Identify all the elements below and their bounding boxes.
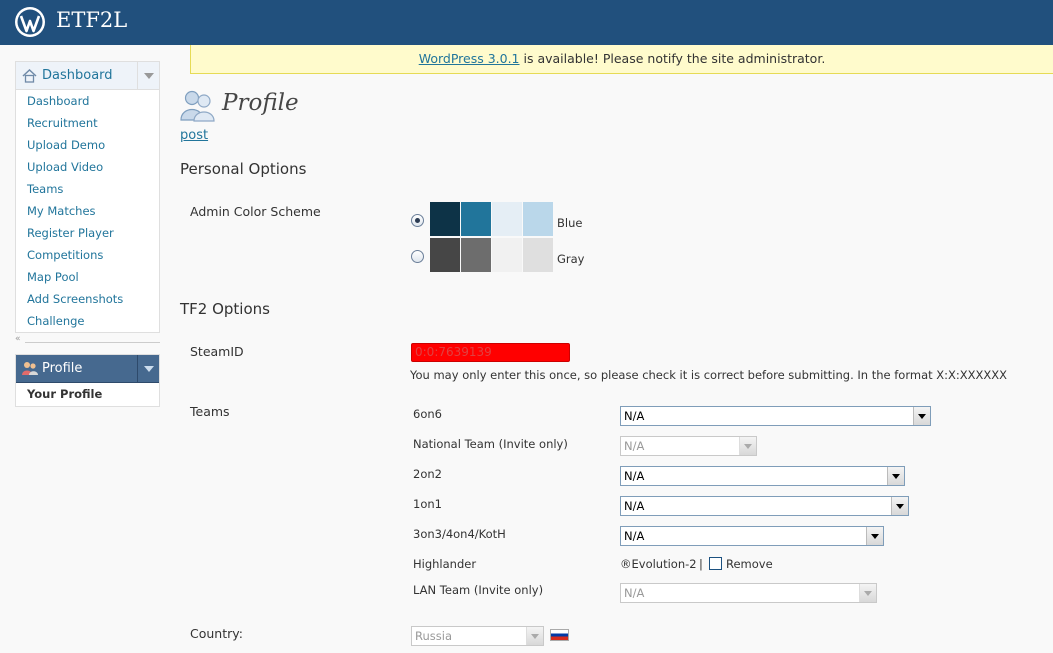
update-notice: WordPress 3.0.1 is available! Please not… <box>190 45 1053 74</box>
sidebar-item-my-matches[interactable]: My Matches <box>16 200 159 222</box>
update-link[interactable]: WordPress 3.0.1 <box>419 51 520 66</box>
dashboard-menu-label: Dashboard <box>42 68 113 83</box>
team-2on2-value: N/A <box>624 469 645 483</box>
blue-swatch-1 <box>430 202 460 236</box>
highlander-team-name[interactable]: ®Evolution-2 <box>620 557 697 571</box>
country-select: Russia <box>411 626 544 646</box>
dashboard-menu-header[interactable]: Dashboard <box>16 62 159 90</box>
sidebar-item-upload-demo[interactable]: Upload Demo <box>16 134 159 156</box>
sidebar-item-competitions[interactable]: Competitions <box>16 244 159 266</box>
team-1on1-value: N/A <box>624 499 645 513</box>
team-6on6-label: 6on6 <box>413 407 442 421</box>
blue-swatch-2 <box>461 202 491 236</box>
profile-users-icon <box>180 90 215 122</box>
team-national-select: N/A <box>620 436 757 456</box>
color-scheme-gray-radio[interactable] <box>411 250 424 263</box>
russia-flag-icon <box>550 629 569 641</box>
gray-swatch-4 <box>523 238 553 272</box>
chevron-down-icon <box>866 527 883 545</box>
admin-color-scheme-label: Admin Color Scheme <box>190 204 321 219</box>
admin-header: ETF2L <box>0 0 1053 45</box>
site-title[interactable]: ETF2L <box>56 8 127 32</box>
chevron-down-icon <box>526 627 543 645</box>
team-lan-value: N/A <box>624 586 645 600</box>
sidebar-item-register-player[interactable]: Register Player <box>16 222 159 244</box>
color-scheme-gray-label[interactable]: Gray <box>557 252 585 266</box>
chevron-down-icon <box>913 407 930 425</box>
sidebar-item-upload-video[interactable]: Upload Video <box>16 156 159 178</box>
users-icon <box>22 362 38 375</box>
team-6on6-select[interactable]: N/A <box>620 406 931 426</box>
chevron-down-icon <box>891 497 908 515</box>
menu-collapse-handle[interactable] <box>15 334 160 346</box>
sidebar-item-add-screenshots[interactable]: Add Screenshots <box>16 288 159 310</box>
remove-checkbox[interactable] <box>709 557 722 570</box>
remove-label[interactable]: Remove <box>726 557 773 571</box>
blue-swatch-3 <box>492 202 522 236</box>
team-national-label: National Team (Invite only) <box>413 437 568 451</box>
steamid-input[interactable]: 0:0:7639139 <box>411 343 570 362</box>
chevron-down-icon <box>859 584 876 602</box>
country-value: Russia <box>415 629 452 643</box>
sidebar-item-your-profile[interactable]: Your Profile <box>16 383 159 405</box>
team-3on3-select[interactable]: N/A <box>620 526 884 546</box>
profile-menu-toggle[interactable] <box>137 355 159 383</box>
sidebar-item-challenge[interactable]: Challenge <box>16 310 159 332</box>
tf2-options-heading: TF2 Options <box>180 300 270 318</box>
update-notice-text: is available! Please notify the site adm… <box>519 51 826 66</box>
steamid-hint: You may only enter this once, so please … <box>410 368 1008 382</box>
personal-options-heading: Personal Options <box>180 160 307 178</box>
team-3on3-label: 3on3/4on4/KotH <box>413 527 506 541</box>
profile-menu-header[interactable]: Profile <box>16 355 159 383</box>
team-lan-label: LAN Team (Invite only) <box>413 583 544 597</box>
team-2on2-select[interactable]: N/A <box>620 466 905 486</box>
gray-swatch-3 <box>492 238 522 272</box>
teams-label: Teams <box>190 404 230 419</box>
color-scheme-blue-radio[interactable] <box>411 214 424 227</box>
wordpress-logo-icon[interactable] <box>14 6 46 38</box>
color-scheme-blue-label[interactable]: Blue <box>557 216 582 230</box>
sidebar-item-dashboard[interactable]: Dashboard <box>16 90 159 112</box>
sidebar-item-teams[interactable]: Teams <box>16 178 159 200</box>
steamid-label: SteamID <box>190 344 244 359</box>
profile-menu: Profile Your Profile <box>15 354 160 407</box>
highlander-separator: | <box>699 557 703 571</box>
home-icon <box>22 69 37 83</box>
post-link[interactable]: post <box>180 128 208 143</box>
chevron-down-icon <box>887 467 904 485</box>
sidebar-item-recruitment[interactable]: Recruitment <box>16 112 159 134</box>
dashboard-menu: Dashboard Dashboard Recruitment Upload D… <box>15 61 160 333</box>
team-6on6-value: N/A <box>624 409 645 423</box>
page-title: Profile <box>222 90 299 116</box>
chevron-down-icon <box>739 437 756 455</box>
sidebar-item-map-pool[interactable]: Map Pool <box>16 266 159 288</box>
team-national-value: N/A <box>624 439 645 453</box>
team-highlander-label: Highlander <box>413 557 477 571</box>
blue-swatch-4 <box>523 202 553 236</box>
country-label: Country: <box>190 626 243 641</box>
dashboard-menu-toggle[interactable] <box>137 62 159 90</box>
team-lan-select: N/A <box>620 583 877 603</box>
gray-swatch-1 <box>430 238 460 272</box>
gray-swatch-2 <box>461 238 491 272</box>
team-3on3-value: N/A <box>624 529 645 543</box>
team-1on1-select[interactable]: N/A <box>620 496 909 516</box>
team-1on1-label: 1on1 <box>413 497 442 511</box>
team-2on2-label: 2on2 <box>413 467 442 481</box>
profile-menu-label: Profile <box>42 361 83 376</box>
